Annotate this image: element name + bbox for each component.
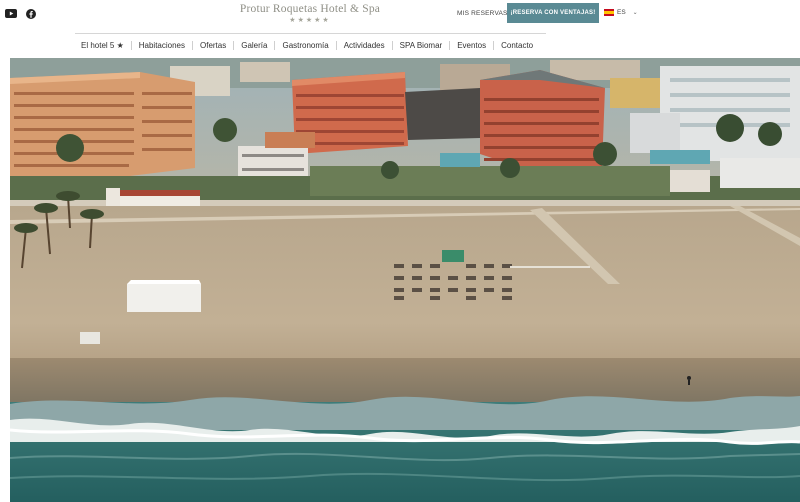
- aerial-beach-illustration: [10, 58, 800, 502]
- hero-aerial-image: [10, 58, 800, 502]
- nav-item-gallery[interactable]: Galería: [234, 40, 276, 50]
- nav-item-activities[interactable]: Actividades: [337, 40, 393, 50]
- main-nav: El hotel 5 ★ Habitaciones Ofertas Galerí…: [75, 38, 540, 52]
- site-header: Protur Roquetas Hotel & Spa ★★★★★ MIS RE…: [0, 0, 800, 58]
- nav-item-contact[interactable]: Contacto: [494, 41, 540, 50]
- brand-name: Protur Roquetas Hotel & Spa: [239, 3, 381, 15]
- nav-item-rooms[interactable]: Habitaciones: [132, 40, 193, 50]
- nav-item-hotel[interactable]: El hotel 5 ★: [75, 40, 132, 50]
- brand-stars: ★★★★★: [289, 17, 331, 24]
- nav-divider: [75, 33, 546, 34]
- chevron-down-icon: ⌄: [632, 10, 638, 16]
- youtube-icon[interactable]: [5, 9, 17, 18]
- facebook-icon[interactable]: [26, 9, 36, 19]
- brand-logo[interactable]: Protur Roquetas Hotel & Spa ★★★★★: [220, 3, 400, 24]
- spain-flag-icon: [604, 9, 614, 16]
- book-now-button[interactable]: ¡RESERVA CON VENTAJAS!: [507, 3, 599, 23]
- nav-item-gastronomy[interactable]: Gastronomía: [275, 40, 337, 50]
- nav-item-spa[interactable]: SPA Biomar: [393, 40, 451, 50]
- my-reservations-link[interactable]: MIS RESERVAS: [457, 10, 508, 17]
- nav-item-events[interactable]: Eventos: [450, 40, 495, 50]
- nav-item-offers[interactable]: Ofertas: [193, 40, 235, 50]
- language-code: ES: [617, 9, 626, 16]
- language-selector[interactable]: ES ⌄: [604, 9, 638, 16]
